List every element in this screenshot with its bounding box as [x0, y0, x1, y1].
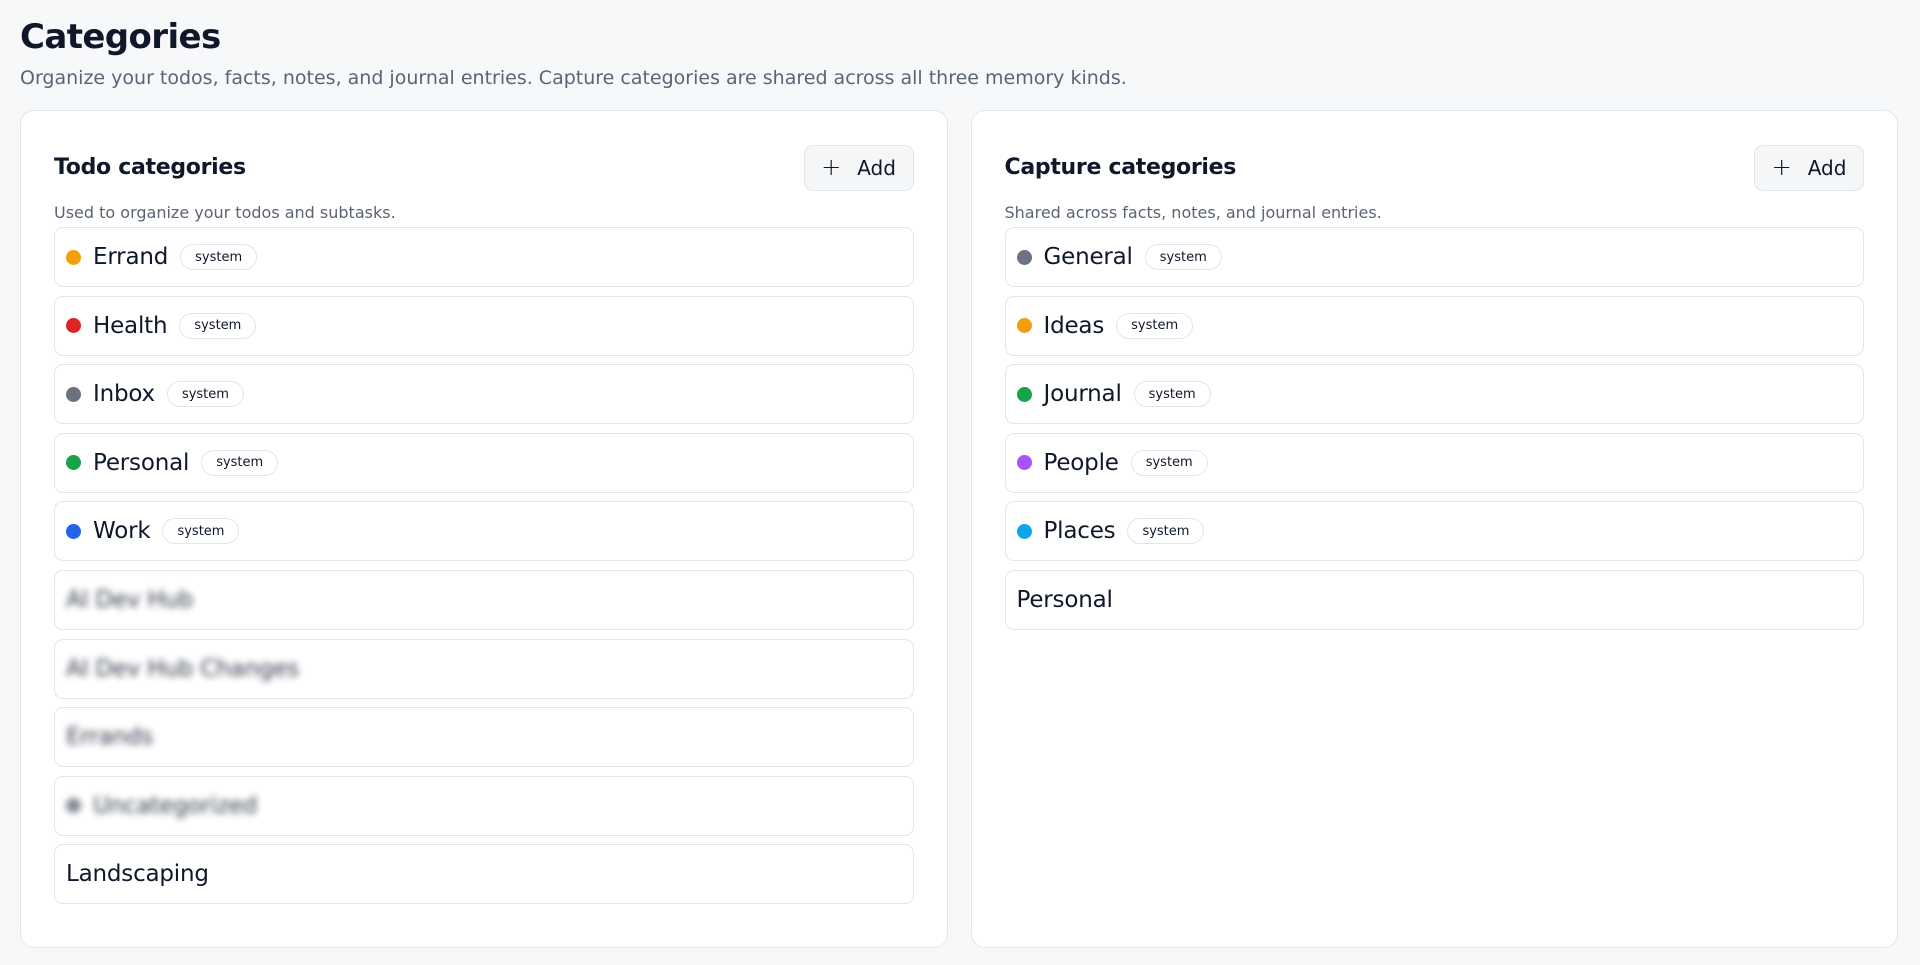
- category-row[interactable]: Errands: [54, 707, 914, 768]
- category-row-content: Work system: [66, 518, 240, 545]
- capture-panel-header: Capture categories Shared across facts, …: [1004, 111, 1864, 227]
- category-row-content: AI Dev Hub: [66, 587, 193, 613]
- todo-categories-panel: Todo categories Used to organize your to…: [20, 110, 948, 948]
- category-name: Landscaping: [66, 861, 209, 888]
- category-row-content: General system: [1016, 244, 1222, 270]
- add-capture-category-button[interactable]: + Add: [1754, 145, 1864, 191]
- category-row-content: Errands: [66, 724, 153, 750]
- category-row[interactable]: People system: [1004, 432, 1864, 493]
- category-row-content: Landscaping: [66, 861, 209, 887]
- system-badge: system: [180, 244, 258, 270]
- category-color-dot: [1016, 523, 1032, 539]
- category-name: AI Dev Hub Changes: [66, 655, 299, 682]
- page-title: Categories: [20, 17, 221, 57]
- category-name: Health: [93, 312, 168, 339]
- category-row-content: Ideas system: [1016, 312, 1194, 339]
- add-button-label: Add: [857, 156, 896, 180]
- todo-panel-title: Todo categories: [54, 155, 246, 180]
- category-color-dot: [66, 455, 81, 471]
- category-row[interactable]: Inbox system: [54, 364, 914, 425]
- category-row[interactable]: Work system: [54, 501, 914, 562]
- system-badge: system: [1144, 244, 1222, 270]
- category-row-content: Health system: [66, 312, 257, 339]
- category-color-dot: [66, 523, 81, 539]
- capture-category-list: General system Ideas system Journal system Peo…: [1004, 227, 1864, 630]
- add-todo-category-button[interactable]: + Add: [803, 145, 914, 191]
- category-name: Personal: [93, 449, 190, 476]
- category-name: Uncategorized: [93, 792, 258, 819]
- category-name: Journal: [1043, 381, 1122, 408]
- category-row-content: Personal system: [66, 449, 279, 476]
- category-color-dot: [66, 798, 81, 814]
- categories-page: Categories Organize your todos, facts, n…: [0, 0, 1920, 965]
- category-name: General: [1043, 244, 1133, 270]
- category-name: Places: [1043, 518, 1116, 545]
- category-color-dot: [1016, 318, 1032, 334]
- system-badge: system: [1127, 518, 1205, 545]
- capture-categories-panel: Capture categories Shared across facts, …: [970, 110, 1898, 948]
- category-color-dot: [66, 318, 81, 334]
- category-row-content: Errand system: [66, 244, 258, 270]
- system-badge: system: [179, 312, 257, 339]
- system-badge: system: [1116, 312, 1194, 339]
- category-row-content: Personal: [1017, 587, 1113, 613]
- system-badge: system: [201, 449, 279, 476]
- category-row-content: Inbox system: [66, 381, 244, 408]
- category-name: AI Dev Hub: [66, 586, 194, 613]
- category-row[interactable]: Personal system: [54, 432, 914, 493]
- category-row[interactable]: Journal system: [1004, 364, 1864, 425]
- category-row[interactable]: AI Dev Hub Changes: [54, 638, 914, 699]
- category-row[interactable]: Landscaping: [54, 844, 914, 905]
- category-row[interactable]: Places system: [1004, 501, 1864, 562]
- category-name: Ideas: [1043, 312, 1105, 339]
- capture-panel-title: Capture categories: [1004, 155, 1237, 180]
- system-badge: system: [166, 381, 244, 408]
- category-color-dot: [1016, 455, 1032, 471]
- category-name: Errand: [93, 244, 169, 270]
- category-row[interactable]: Errand system: [54, 227, 914, 287]
- category-row[interactable]: AI Dev Hub: [54, 569, 914, 630]
- category-color-dot: [66, 386, 81, 402]
- category-color-dot: [66, 249, 81, 265]
- category-row-content: AI Dev Hub Changes: [66, 656, 299, 682]
- category-row[interactable]: Personal: [1004, 569, 1864, 630]
- system-badge: system: [1133, 381, 1211, 408]
- category-row-content: Journal system: [1016, 381, 1211, 408]
- plus-icon: +: [821, 153, 842, 181]
- category-row[interactable]: Ideas system: [1004, 295, 1864, 356]
- category-row-content: Places system: [1016, 518, 1205, 545]
- category-row[interactable]: Uncategorized: [54, 775, 914, 836]
- category-name: People: [1043, 449, 1119, 476]
- todo-category-list: Errand system Health system Inbox system Perso…: [54, 227, 914, 905]
- system-badge: system: [162, 518, 240, 545]
- category-row-content: People system: [1016, 449, 1208, 476]
- category-name: Errands: [66, 724, 153, 751]
- category-row-content: Uncategorized: [66, 793, 257, 819]
- system-badge: system: [1130, 449, 1208, 476]
- category-row[interactable]: Health system: [54, 295, 914, 356]
- category-name: Personal: [1016, 586, 1113, 613]
- category-row[interactable]: General system: [1004, 227, 1864, 287]
- category-color-dot: [1016, 386, 1032, 402]
- todo-panel-description: Used to organize your todos and subtasks…: [54, 203, 396, 222]
- category-name: Inbox: [93, 381, 155, 408]
- capture-panel-description: Shared across facts, notes, and journal …: [1004, 203, 1382, 222]
- plus-icon: +: [1771, 153, 1792, 181]
- todo-panel-header: Todo categories Used to organize your to…: [54, 111, 914, 227]
- category-color-dot: [1016, 249, 1032, 265]
- add-button-label: Add: [1807, 156, 1847, 180]
- category-name: Work: [93, 518, 151, 545]
- page-subtitle: Organize your todos, facts, notes, and j…: [20, 67, 1127, 89]
- category-columns: Todo categories Used to organize your to…: [20, 110, 1898, 948]
